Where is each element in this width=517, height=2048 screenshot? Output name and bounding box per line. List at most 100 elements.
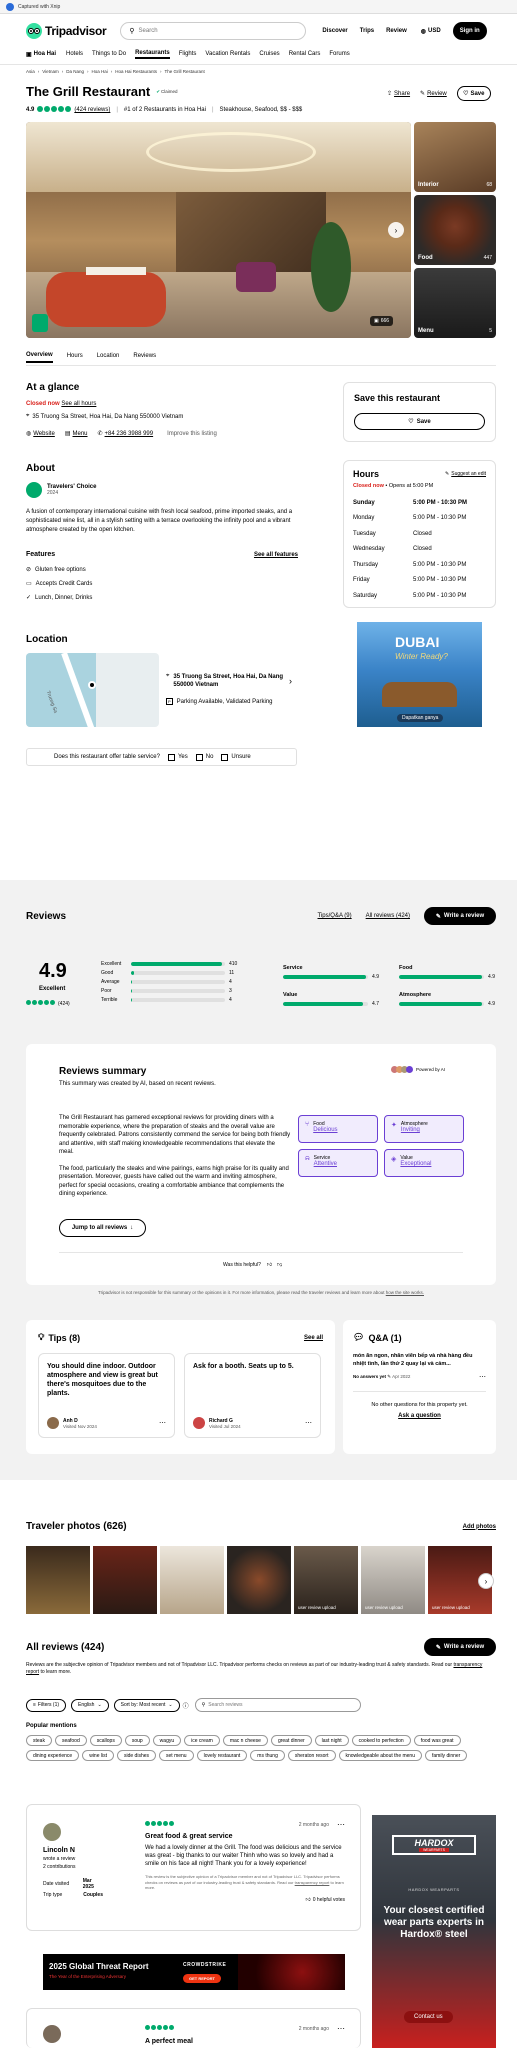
summary-tag[interactable]: ⑂ Food Delicious: [298, 1115, 378, 1143]
mention-chip[interactable]: lovely restaurant: [196, 1750, 248, 1761]
transparency-report-link[interactable]: transparency report: [295, 1880, 330, 1885]
thumbs-up-icon[interactable]: 👍︎: [267, 1262, 272, 1268]
nav-restaurants[interactable]: Restaurants: [135, 50, 170, 59]
nav-review[interactable]: Review: [386, 28, 407, 34]
see-all-tips-link[interactable]: See all: [304, 1335, 323, 1341]
summary-tag[interactable]: ◈ Value Exceptional: [384, 1149, 464, 1177]
mention-chip[interactable]: ice cream: [184, 1735, 220, 1746]
ranking[interactable]: #1 of 2 Restaurants in Hoa Hai: [124, 107, 206, 113]
crumb-asia[interactable]: Asia: [26, 69, 35, 74]
thumbs-down-icon[interactable]: 👎︎: [277, 1262, 282, 1268]
more-icon[interactable]: ⋯: [159, 1419, 166, 1427]
reviews-count-link[interactable]: (424 reviews): [74, 107, 110, 113]
nav-cruises[interactable]: Cruises: [259, 51, 279, 57]
tab-location[interactable]: Location: [97, 353, 120, 362]
more-icon[interactable]: ⋯: [337, 1820, 345, 1829]
tip-item[interactable]: Ask for a booth. Seats up to 5. Richard …: [184, 1353, 321, 1438]
save-card-button[interactable]: ♡ Save: [354, 413, 485, 430]
mention-chip[interactable]: great dinner: [270, 1735, 312, 1746]
currency-selector[interactable]: ◍ USD: [421, 28, 441, 35]
sign-in-button[interactable]: Sign in: [452, 22, 487, 40]
nav-hotels[interactable]: Hotels: [66, 51, 83, 57]
rating-bar-row[interactable]: Poor 3: [101, 986, 238, 995]
more-icon[interactable]: ⋯: [479, 1373, 486, 1381]
location-chip[interactable]: ▣ Hoa Hai: [26, 51, 56, 58]
nav-rental-cars[interactable]: Rental Cars: [289, 51, 321, 57]
dubai-ad[interactable]: DUBAI Winter Ready? Dapatkan ganya: [357, 622, 482, 727]
jump-to-reviews-button[interactable]: Jump to all reviews ↓: [59, 1219, 146, 1237]
mention-chip[interactable]: set menu: [159, 1750, 194, 1761]
location-map[interactable]: Truong Sa: [26, 653, 159, 727]
more-icon[interactable]: ⋯: [305, 1419, 312, 1427]
rating-bar-row[interactable]: Terrible 4: [101, 995, 238, 1004]
crumb-da-nang[interactable]: Da Nang: [66, 69, 84, 74]
search-reviews-input[interactable]: Search reviews: [208, 1702, 242, 1708]
hardox-ad[interactable]: HARDOX WEARPARTS HARDOX WEARPARTS Your c…: [372, 1815, 496, 2048]
mention-chip[interactable]: seafood: [54, 1735, 87, 1746]
summary-tag[interactable]: ⍾ Service Attentive: [298, 1149, 378, 1177]
crowdstrike-ad[interactable]: 2025 Global Threat Report The Year of th…: [43, 1954, 345, 1990]
checkbox[interactable]: [195, 753, 203, 761]
reviewer-name[interactable]: Lincoln N: [43, 1847, 103, 1854]
rating-bar-row[interactable]: Average 4: [101, 977, 238, 986]
see-hours-link[interactable]: See all hours: [61, 401, 96, 407]
share-button[interactable]: ⇪ Share: [387, 90, 410, 98]
write-review-button[interactable]: ✎ Write a review: [424, 907, 496, 925]
nav-discover[interactable]: Discover: [322, 28, 347, 34]
mention-chip[interactable]: dining experience: [26, 1750, 80, 1761]
add-photos-link[interactable]: Add photos: [463, 1524, 496, 1530]
main-photo[interactable]: › ▣ 666: [26, 122, 411, 338]
review-title[interactable]: Great food & great service: [145, 1833, 345, 1840]
mention-chip[interactable]: sheraton resort: [287, 1750, 336, 1761]
location-address[interactable]: ⌖ 35 Truong Sa Street, Hoa Hai, Da Nang 5…: [166, 673, 296, 689]
mention-chip[interactable]: last night: [314, 1735, 349, 1746]
food-photo[interactable]: Food 447: [414, 195, 496, 265]
menu-link[interactable]: ▤ Menu: [65, 430, 88, 438]
nav-vacation-rentals[interactable]: Vacation Rentals: [205, 51, 250, 57]
tab-overview[interactable]: Overview: [26, 352, 53, 363]
mention-chip[interactable]: wagyu: [152, 1735, 182, 1746]
search-reviews-box[interactable]: ⚲ Search reviews: [194, 1698, 361, 1712]
search-box[interactable]: ⚲ Search: [120, 22, 307, 40]
interior-photo[interactable]: Interior 68: [414, 122, 496, 192]
ask-question-link[interactable]: Ask a question: [353, 1413, 486, 1419]
improve-listing-link[interactable]: Improve this listing: [167, 431, 217, 437]
filters-button[interactable]: ≡ Filters (1): [26, 1698, 67, 1712]
checkbox[interactable]: [221, 753, 229, 761]
sort-select[interactable]: Sort by: Most recent ⌄: [113, 1698, 180, 1712]
next-arrow-icon[interactable]: ›: [388, 222, 404, 238]
how-site-works-link[interactable]: how the site works.: [386, 1290, 424, 1295]
tip-item[interactable]: You should dine indoor. Outdoor atmosphe…: [38, 1353, 175, 1438]
mention-chip[interactable]: cooked to perfection: [351, 1735, 411, 1746]
yes-option[interactable]: Yes: [167, 753, 188, 761]
photo-count[interactable]: ▣ 666: [370, 316, 394, 326]
mention-chip[interactable]: knowledgeable about the menu: [338, 1750, 422, 1761]
traveler-photo[interactable]: user review upload: [294, 1546, 358, 1614]
mention-chip[interactable]: family dinner: [425, 1750, 468, 1761]
summary-tag[interactable]: ✦ Atmosphere Inviting: [384, 1115, 464, 1143]
nav-forums[interactable]: Forums: [329, 51, 349, 57]
mention-chip[interactable]: scallops: [89, 1735, 122, 1746]
address-row[interactable]: ⌖ 35 Truong Sa Street, Hoa Hai, Da Nang 5…: [26, 413, 326, 420]
chevron-right-icon[interactable]: ›: [289, 676, 292, 686]
traveler-photo[interactable]: [93, 1546, 157, 1614]
website-link[interactable]: ◍ Website: [26, 430, 55, 438]
more-icon[interactable]: ⋯: [337, 2024, 345, 2033]
mention-chip[interactable]: soup: [124, 1735, 150, 1746]
all-reviews-link[interactable]: All reviews (424): [366, 913, 410, 919]
qa-question[interactable]: món ăn ngon, nhân viên bếp và nhà hàng đ…: [353, 1353, 486, 1368]
crumb-hoa-hai[interactable]: Hoa Hai: [91, 69, 107, 74]
mention-chip[interactable]: mac n cheese: [222, 1735, 268, 1746]
rating-bar-row[interactable]: Excellent 410: [101, 959, 238, 968]
traveler-photo[interactable]: [227, 1546, 291, 1614]
see-all-features-link[interactable]: See all features: [254, 552, 298, 558]
nav-things-to-do[interactable]: Things to Do: [92, 51, 126, 57]
unsure-option[interactable]: Unsure: [221, 753, 251, 761]
mention-chip[interactable]: side dishes: [117, 1750, 157, 1761]
mention-chip[interactable]: steak: [26, 1735, 52, 1746]
traveler-photo[interactable]: user review upload: [361, 1546, 425, 1614]
crumb-vietnam[interactable]: Vietnam: [42, 69, 58, 74]
mention-chip[interactable]: food was great: [413, 1735, 461, 1746]
no-option[interactable]: No: [195, 753, 213, 761]
cuisines[interactable]: Steakhouse, Seafood, $$ - $$$: [220, 107, 303, 113]
